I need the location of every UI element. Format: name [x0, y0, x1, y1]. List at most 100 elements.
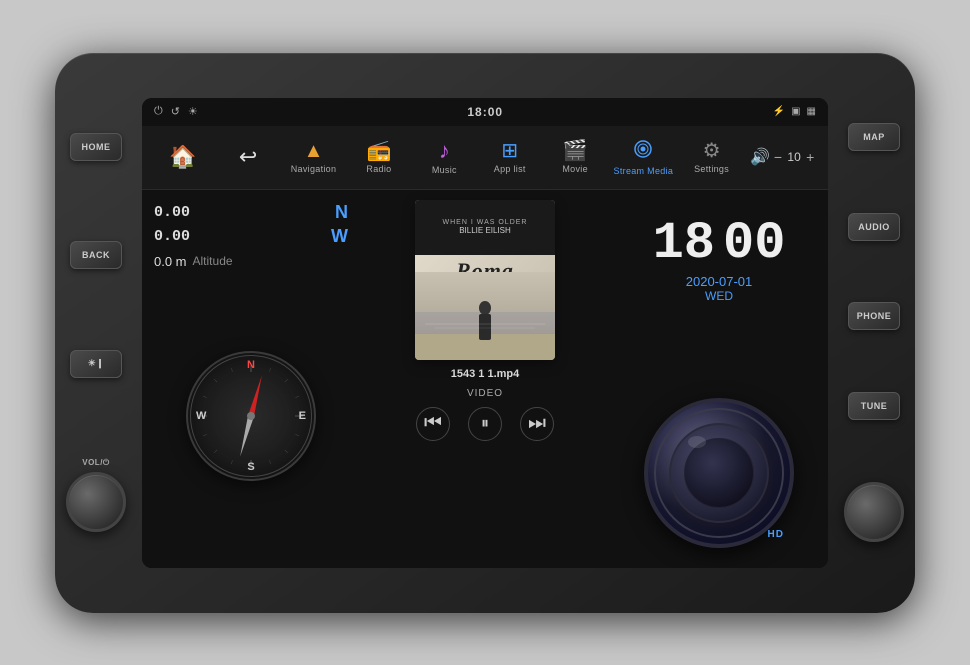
applist-nav-label: App list — [494, 164, 526, 174]
undo-icon: ↺ — [171, 105, 180, 118]
clock-hour: 18 — [653, 218, 715, 270]
phone-side-button[interactable]: PHONE — [848, 302, 900, 330]
compass-north-label: N — [247, 359, 255, 371]
navigation-nav-icon: ▲ — [304, 141, 324, 161]
back-nav-icon: ↩ — [239, 146, 257, 168]
volume-knob[interactable] — [66, 472, 126, 532]
settings-nav-label: Settings — [694, 164, 729, 174]
coord-dir-1: N — [335, 202, 348, 223]
coord-row-2: 0.00 W — [154, 226, 348, 247]
album-art-scene — [415, 272, 555, 360]
back-side-button[interactable]: BACK — [70, 241, 122, 269]
prev-button[interactable]: ⏮ — [416, 407, 450, 441]
map-side-button[interactable]: MAP — [848, 123, 900, 151]
movie-nav-icon: 🎬 — [563, 141, 588, 161]
center-panel: WHEN I WAS OLDER BILLIE EILISH Roma — [360, 190, 610, 568]
play-pause-button[interactable]: ⏸ — [468, 407, 502, 441]
camera-section: HD — [644, 398, 794, 548]
status-icons-left: ⏻ ↺ ☀ — [154, 105, 198, 118]
stream-nav-icon — [632, 139, 654, 163]
coord-dir-2: W — [331, 226, 348, 247]
clock-display: 18 00 — [653, 218, 786, 270]
right-panel: 18 00 2020-07-01 WED — [610, 190, 828, 568]
status-time: 18:00 — [467, 105, 503, 119]
nav-item-settings[interactable]: ⚙ Settings — [685, 141, 739, 174]
media-filename: 1543 1 1.mp4 — [451, 368, 520, 380]
tune-knob[interactable] — [844, 482, 904, 542]
lens-ring-2 — [669, 423, 769, 523]
nav-volume-control: 🔊 − 10 + — [750, 147, 814, 167]
tune-side-button[interactable]: TUNE — [848, 392, 900, 420]
home-side-button[interactable]: HOME — [70, 133, 122, 161]
lens-ring-1 — [654, 408, 784, 538]
lens-ring-3 — [684, 438, 754, 508]
nav-item-music[interactable]: ♪ Music — [417, 140, 471, 175]
compass-south-label: S — [247, 461, 254, 473]
radio-nav-label: Radio — [366, 164, 391, 174]
nav-item-home[interactable]: 🏠 — [156, 146, 210, 168]
altitude-label: Altitude — [193, 254, 233, 268]
volume-value: 10 — [786, 150, 802, 164]
brightness-icon: ☀ — [188, 105, 198, 118]
media-controls: ⏮ ⏸ ⏭ — [416, 407, 554, 441]
lens-highlight — [688, 436, 706, 448]
nav-item-applist[interactable]: ⊞ App list — [483, 141, 537, 174]
nav-coords: 0.00 N 0.00 W 0.0 m Altitude — [154, 202, 348, 269]
power-icon: ⏻ — [154, 105, 163, 118]
vol-knob-group: VOL/⏻ — [66, 458, 126, 532]
radio-nav-icon: 📻 — [366, 141, 391, 161]
audio-side-button[interactable]: AUDIO — [848, 213, 900, 241]
nav-item-movie[interactable]: 🎬 Movie — [548, 141, 602, 174]
applist-nav-icon: ⊞ — [501, 141, 518, 161]
coord-row-1: 0.00 N — [154, 202, 348, 223]
camera-lens — [644, 398, 794, 548]
settings-nav-icon: ⚙ — [703, 141, 721, 161]
main-content: 0.00 N 0.00 W 0.0 m Altitude — [142, 190, 828, 568]
status-icons-right: ⚡ ▣ ▦ — [773, 106, 816, 117]
volume-icon: 🔊 — [750, 147, 770, 167]
coord-value-1: 0.00 — [154, 204, 190, 221]
next-button[interactable]: ⏭ — [520, 407, 554, 441]
altitude-row: 0.0 m Altitude — [154, 254, 348, 269]
left-panel: 0.00 N 0.00 W 0.0 m Altitude — [142, 190, 360, 568]
usb-icon: ⚡ — [773, 106, 785, 117]
media-type: VIDEO — [467, 388, 503, 399]
compass-east-label: E — [299, 410, 306, 422]
album-art: WHEN I WAS OLDER BILLIE EILISH Roma — [415, 200, 555, 360]
clock-date: 2020-07-01 — [686, 274, 753, 289]
nav-item-stream[interactable]: Stream Media — [614, 139, 674, 176]
nav-item-back[interactable]: ↩ — [221, 146, 275, 168]
movie-nav-label: Movie — [562, 164, 588, 174]
signal-icon2: ▦ — [807, 106, 816, 117]
car-unit: HOME BACK ☀❙ VOL/⏻ ⏻ ↺ ☀ 18:00 ⚡ ▣ ▦ — [55, 53, 915, 613]
stream-nav-label: Stream Media — [614, 166, 674, 176]
tune-knob-group — [844, 482, 904, 542]
nav-item-navigation[interactable]: ▲ Navigation — [287, 141, 341, 174]
compass-ticks-svg — [191, 356, 311, 476]
clock-day: WED — [705, 289, 733, 303]
volume-minus[interactable]: − — [774, 149, 782, 165]
navigation-nav-label: Navigation — [291, 164, 337, 174]
side-left-panel: HOME BACK ☀❙ VOL/⏻ — [55, 53, 137, 613]
altitude-value: 0.0 m — [154, 254, 187, 269]
compass-west-label: W — [196, 410, 206, 422]
vol-label: VOL/⏻ — [82, 458, 110, 468]
hd-badge: HD — [768, 529, 784, 540]
coord-value-2: 0.00 — [154, 228, 190, 245]
album-artist: BILLIE EILISH — [459, 226, 511, 235]
compass: N S E W — [186, 351, 316, 481]
nav-bar: 🏠 ↩ ▲ Navigation 📻 Radio ♪ Music — [142, 126, 828, 190]
main-screen: ⏻ ↺ ☀ 18:00 ⚡ ▣ ▦ 🏠 ↩ ▲ Navi — [142, 98, 828, 568]
volume-plus[interactable]: + — [806, 149, 814, 165]
brightness-side-button[interactable]: ☀❙ — [70, 350, 122, 378]
nav-item-radio[interactable]: 📻 Radio — [352, 141, 406, 174]
status-bar: ⏻ ↺ ☀ 18:00 ⚡ ▣ ▦ — [142, 98, 828, 126]
clock-minute: 00 — [723, 218, 785, 270]
album-song-title: WHEN I WAS OLDER — [443, 219, 528, 226]
music-nav-icon: ♪ — [439, 140, 450, 162]
home-nav-icon: 🏠 — [169, 146, 196, 168]
clock-section: 18 00 2020-07-01 WED — [653, 202, 786, 303]
music-nav-label: Music — [432, 165, 457, 175]
side-right-panel: MAP AUDIO PHONE TUNE — [833, 53, 915, 613]
signal-icon1: ▣ — [791, 106, 800, 117]
